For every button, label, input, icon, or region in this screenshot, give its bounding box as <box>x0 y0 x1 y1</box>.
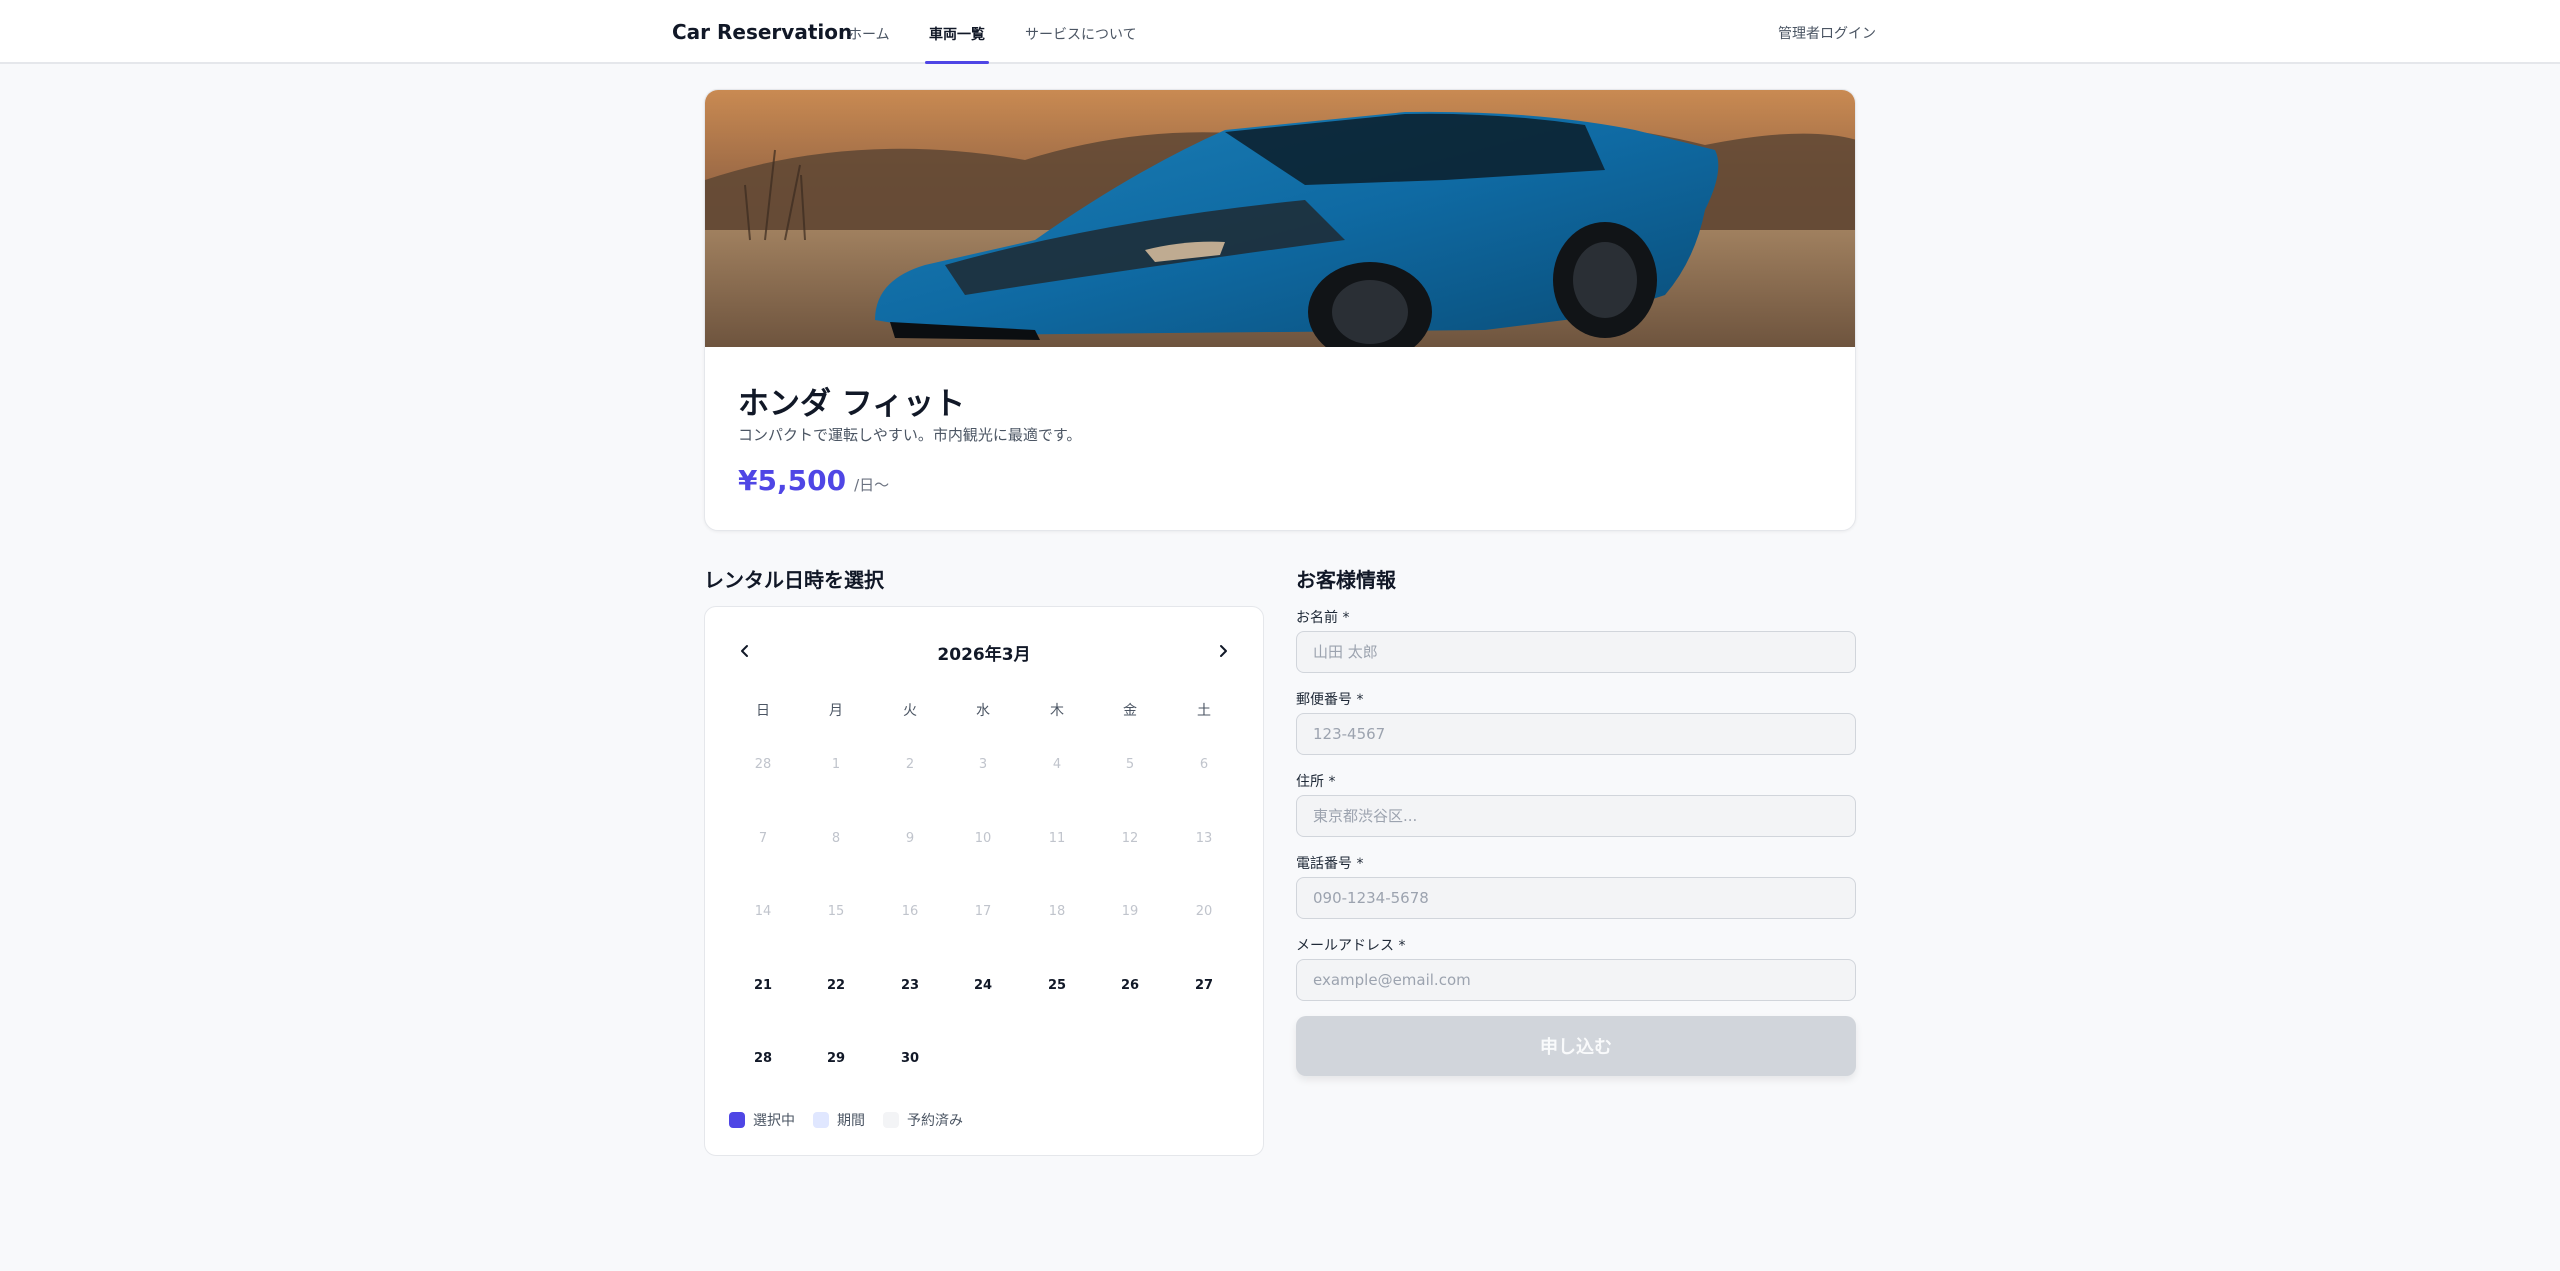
calendar-day[interactable]: 26 <box>1106 962 1154 1010</box>
calendar-day-disabled: 13 <box>1195 831 1213 846</box>
calendar: 2026年3月 選択中 期間 予約済み 日月火水木金土 28 1 2 3 4 5 6 7 8 9 10… <box>704 606 1264 1156</box>
car-price: ¥5,500 <box>738 464 847 497</box>
calendar-day-disabled: 28 <box>754 757 772 772</box>
calendar-day[interactable]: 30 <box>886 1035 934 1083</box>
phone-label: 電話番号 * <box>1296 856 1364 872</box>
price-unit: /日〜 <box>854 476 890 494</box>
calendar-day[interactable]: 29 <box>812 1035 860 1083</box>
calendar-day-disabled: 18 <box>1048 904 1066 919</box>
calendar-month-label: 2026年3月 <box>937 645 1031 665</box>
active-nav-indicator <box>925 61 989 64</box>
calendar-day-disabled: 7 <box>758 831 768 846</box>
calendar-day[interactable]: 21 <box>739 962 787 1010</box>
name-input[interactable] <box>1296 631 1856 673</box>
name-label: お名前 * <box>1296 610 1350 626</box>
calendar-day[interactable]: 24 <box>959 962 1007 1010</box>
calendar-day[interactable]: 25 <box>1033 962 1081 1010</box>
weekday-header: 土 <box>1197 703 1211 719</box>
legend-selected-label: 選択中 <box>753 1113 795 1129</box>
phone-input[interactable] <box>1296 877 1856 919</box>
weekday-header: 日 <box>756 703 770 719</box>
calendar-day-disabled: 19 <box>1121 904 1139 919</box>
car-description: コンパクトで運転しやすい。市内観光に最適です。 <box>738 426 1082 444</box>
address-input[interactable] <box>1296 795 1856 837</box>
price-row: ¥5,500 /日〜 <box>738 464 889 497</box>
legend-range-label: 期間 <box>837 1113 865 1129</box>
weekday-header: 月 <box>829 703 843 719</box>
chevron-right-icon <box>1220 645 1227 657</box>
legend-selected: 選択中 <box>729 1110 795 1130</box>
legend-booked-swatch <box>883 1112 899 1128</box>
calendar-day[interactable]: 22 <box>812 962 860 1010</box>
nav-about-service[interactable]: サービスについて <box>1025 24 1137 44</box>
postal-code-label: 郵便番号 * <box>1296 692 1364 708</box>
weekday-header: 火 <box>903 703 917 719</box>
postal-code-input[interactable] <box>1296 713 1856 755</box>
rental-date-title: レンタル日時を選択 <box>704 568 884 592</box>
legend-range-swatch <box>813 1112 829 1128</box>
submit-button[interactable]: 申し込む <box>1296 1016 1856 1076</box>
top-navbar: Car Reservation ホーム 車両一覧 サービスについて 管理者ログイ… <box>0 0 2560 64</box>
calendar-day-disabled: 8 <box>831 831 841 846</box>
weekday-header: 木 <box>1050 703 1064 719</box>
car-photo <box>705 90 1855 347</box>
calendar-day-disabled: 3 <box>978 757 988 772</box>
customer-info-title: お客様情報 <box>1296 568 1396 592</box>
calendar-day-disabled: 12 <box>1121 831 1139 846</box>
brand-logo[interactable]: Car Reservation <box>672 20 852 44</box>
calendar-day-disabled: 9 <box>905 831 915 846</box>
nav-vehicle-list[interactable]: 車両一覧 <box>929 24 985 44</box>
calendar-day-disabled: 16 <box>901 904 919 919</box>
legend-range: 期間 <box>813 1110 865 1130</box>
nav-home[interactable]: ホーム <box>848 24 890 44</box>
calendar-day-disabled: 2 <box>905 757 915 772</box>
calendar-day-disabled: 4 <box>1052 757 1062 772</box>
calendar-day-disabled: 15 <box>827 904 845 919</box>
address-label: 住所 * <box>1296 774 1336 790</box>
calendar-day-disabled: 6 <box>1199 757 1209 772</box>
calendar-day-disabled: 17 <box>974 904 992 919</box>
legend-booked-label: 予約済み <box>907 1113 963 1129</box>
admin-login-link[interactable]: 管理者ログイン <box>1778 23 1876 43</box>
car-detail-card: ホンダ フィット コンパクトで運転しやすい。市内観光に最適です。 ¥5,500 … <box>704 89 1856 531</box>
calendar-day[interactable]: 28 <box>739 1035 787 1083</box>
calendar-day[interactable]: 23 <box>886 962 934 1010</box>
car-name: ホンダ フィット <box>738 386 966 422</box>
weekday-header: 水 <box>976 703 990 719</box>
calendar-day[interactable]: 27 <box>1180 962 1228 1010</box>
weekday-header: 金 <box>1123 703 1137 719</box>
calendar-day-disabled: 14 <box>754 904 772 919</box>
calendar-day-disabled: 11 <box>1048 831 1066 846</box>
email-input[interactable] <box>1296 959 1856 1001</box>
calendar-legend: 選択中 期間 予約済み <box>729 1110 981 1130</box>
calendar-day-disabled: 5 <box>1125 757 1135 772</box>
calendar-day-disabled: 10 <box>974 831 992 846</box>
legend-booked: 予約済み <box>883 1110 963 1130</box>
email-label: メールアドレス * <box>1296 938 1406 954</box>
calendar-day-disabled: 20 <box>1195 904 1213 919</box>
calendar-day-disabled: 1 <box>831 757 841 772</box>
legend-selected-swatch <box>729 1112 745 1128</box>
next-month-button[interactable] <box>1207 635 1239 667</box>
